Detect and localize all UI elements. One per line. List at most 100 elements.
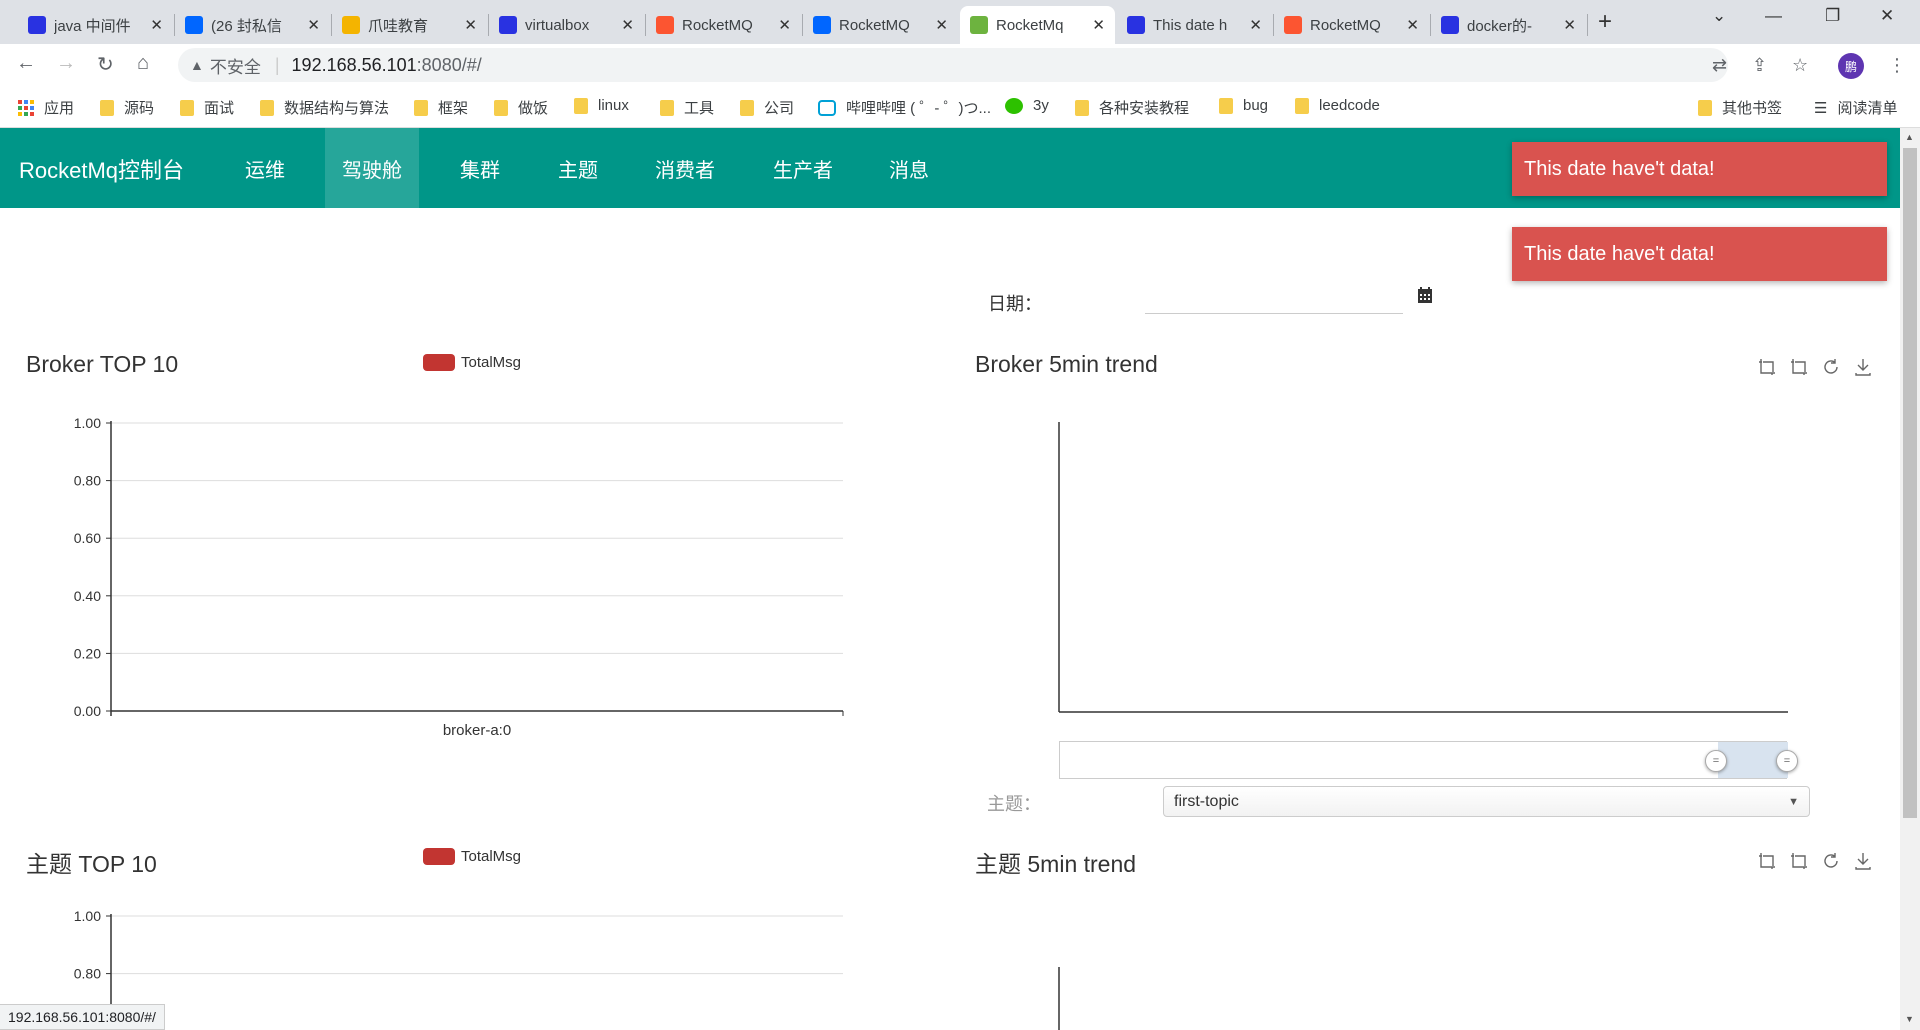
zoom-reset-icon[interactable]: [1789, 357, 1809, 377]
topic-top10-legend[interactable]: TotalMsg: [423, 848, 521, 865]
error-toast[interactable]: This date have't data!: [1512, 142, 1887, 196]
browser-tab[interactable]: docker的- ✕: [1431, 6, 1586, 44]
other-bookmarks[interactable]: 其他书签: [1698, 97, 1782, 118]
tab-title: This date h: [1153, 16, 1228, 34]
folder-icon: [660, 99, 674, 116]
close-icon[interactable]: ✕: [150, 16, 163, 34]
browser-tab[interactable]: RocketMQ ✕: [1274, 6, 1429, 44]
topic-trend-title: 主题 5min trend: [975, 851, 1137, 877]
restore-window-icon[interactable]: ❐: [1825, 6, 1840, 26]
nav-item[interactable]: 运维: [228, 128, 302, 208]
page-scrollbar[interactable]: ▲ ▼: [1900, 128, 1920, 1030]
bookmark-item[interactable]: linux: [574, 97, 629, 114]
zoom-icon[interactable]: [1757, 357, 1777, 377]
topic-trend-chart: [1058, 967, 1060, 1030]
calendar-icon[interactable]: [1417, 286, 1433, 304]
zoom-reset-icon[interactable]: [1789, 851, 1809, 871]
bookmark-item[interactable]: 源码: [100, 97, 154, 118]
minimize-icon[interactable]: —: [1765, 6, 1782, 26]
menu-kebab-icon[interactable]: ⋮: [1888, 55, 1906, 76]
home-icon[interactable]: ⌂: [137, 52, 149, 75]
close-icon[interactable]: ✕: [1092, 16, 1105, 34]
nav-item[interactable]: 主题: [541, 128, 615, 208]
url-input[interactable]: ▲ 不安全 | 192.168.56.101:8080/#/: [178, 48, 1728, 82]
reading-list[interactable]: ☰ 阅读清单: [1814, 97, 1897, 118]
csdn-icon: [1284, 16, 1302, 34]
close-icon[interactable]: ✕: [1563, 16, 1576, 34]
date-input[interactable]: [1145, 286, 1403, 314]
bookmark-label: 数据结构与算法: [284, 100, 390, 117]
restore-icon[interactable]: [1821, 357, 1841, 377]
browser-tab[interactable]: (26 封私信 ✕: [175, 6, 330, 44]
reload-icon[interactable]: ↻: [97, 52, 114, 77]
slider-handle-right[interactable]: =: [1776, 750, 1798, 772]
download-icon[interactable]: [1853, 851, 1873, 871]
profile-avatar[interactable]: 鹏: [1838, 53, 1864, 79]
error-toast[interactable]: This date have't data!: [1512, 227, 1887, 281]
bookmark-item[interactable]: 各种安装教程: [1075, 97, 1189, 118]
bookmark-item[interactable]: 做饭: [494, 97, 548, 118]
nav-item[interactable]: 消费者: [638, 128, 732, 208]
url-text: 192.168.56.101:8080/#/: [292, 55, 482, 76]
browser-tab[interactable]: virtualbox ✕: [489, 6, 644, 44]
bookmark-item[interactable]: 面试: [180, 97, 234, 118]
tab-title: RocketMQ: [682, 16, 753, 34]
bookmark-item[interactable]: leedcode: [1295, 97, 1380, 114]
data-zoom-slider[interactable]: = =: [1059, 741, 1798, 779]
restore-icon[interactable]: [1821, 851, 1841, 871]
topic-label: 主题：: [987, 794, 1041, 814]
chevron-down-icon[interactable]: ⌄: [1712, 6, 1726, 26]
download-icon[interactable]: [1853, 357, 1873, 377]
bookmark-item[interactable]: 哔哩哔哩 ( ゜- ゜)つ...: [818, 97, 991, 118]
browser-tab[interactable]: RocketMQ ✕: [803, 6, 958, 44]
bookmark-item[interactable]: 公司: [740, 97, 794, 118]
broker-trend-title: Broker 5min trend: [975, 351, 1158, 377]
back-arrow-icon[interactable]: ←: [16, 52, 36, 75]
bookmark-label: 框架: [438, 100, 469, 117]
broker-top10-legend[interactable]: TotalMsg: [423, 354, 521, 371]
close-icon[interactable]: ✕: [307, 16, 320, 34]
browser-tab[interactable]: 爪哇教育 ✕: [332, 6, 487, 44]
other-bookmarks-label: 其他书签: [1722, 100, 1783, 117]
close-icon[interactable]: ✕: [464, 16, 477, 34]
bookmark-item[interactable]: 数据结构与算法: [260, 97, 389, 118]
slider-handle-left[interactable]: =: [1705, 750, 1727, 772]
close-icon[interactable]: ✕: [778, 16, 791, 34]
bookmark-item[interactable]: 3y: [1005, 97, 1049, 114]
close-window-icon[interactable]: ✕: [1880, 6, 1894, 26]
y-tick-label: 0.60: [74, 530, 101, 546]
browser-tab[interactable]: java 中间件 ✕: [18, 6, 173, 44]
topic-select[interactable]: first-topic ▼: [1163, 786, 1810, 817]
scroll-down-arrow-icon[interactable]: ▼: [1905, 1014, 1914, 1024]
folder-icon: [740, 99, 754, 116]
scroll-thumb[interactable]: [1903, 148, 1917, 818]
scroll-up-arrow-icon[interactable]: ▲: [1905, 132, 1914, 142]
bookmark-item[interactable]: 应用: [18, 97, 74, 118]
bookmark-item[interactable]: 工具: [660, 97, 714, 118]
not-secure-label[interactable]: 不安全: [210, 53, 261, 78]
browser-tab[interactable]: This date h ✕: [1117, 6, 1272, 44]
paw-icon: [28, 16, 46, 34]
forward-arrow-icon[interactable]: →: [56, 52, 76, 75]
nav-item[interactable]: 生产者: [756, 128, 850, 208]
bookmark-star-icon[interactable]: ☆: [1792, 55, 1808, 76]
translate-icon[interactable]: ⇄: [1712, 55, 1727, 76]
nav-item[interactable]: 消息: [872, 128, 946, 208]
bookmark-item[interactable]: 框架: [414, 97, 468, 118]
bookmark-item[interactable]: bug: [1219, 97, 1268, 114]
new-tab-button[interactable]: +: [1598, 8, 1612, 36]
close-icon[interactable]: ✕: [1406, 16, 1419, 34]
app-brand[interactable]: RocketMq控制台: [19, 153, 184, 185]
legend-label: TotalMsg: [461, 354, 522, 371]
x-tick-label: broker-a:0: [443, 722, 511, 739]
browser-tab[interactable]: RocketMq ✕: [960, 6, 1115, 44]
share-icon[interactable]: ⇪: [1752, 55, 1767, 76]
zoom-icon[interactable]: [1757, 851, 1777, 871]
close-icon[interactable]: ✕: [1249, 16, 1262, 34]
browser-tab[interactable]: RocketMQ ✕: [646, 6, 801, 44]
folder-icon: [1219, 97, 1233, 114]
close-icon[interactable]: ✕: [621, 16, 634, 34]
nav-item[interactable]: 驾驶舱: [325, 128, 419, 208]
close-icon[interactable]: ✕: [935, 16, 948, 34]
nav-item[interactable]: 集群: [443, 128, 517, 208]
